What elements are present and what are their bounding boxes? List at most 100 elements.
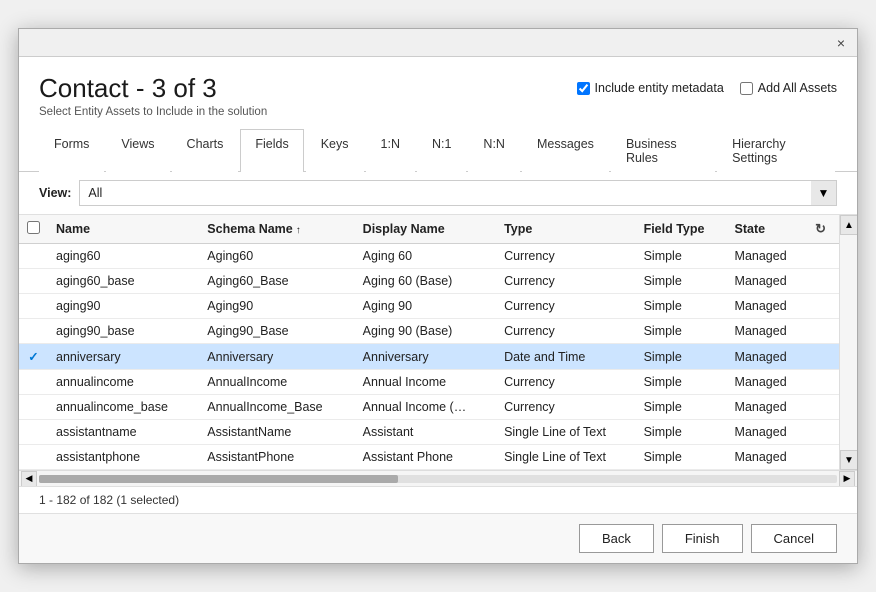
scroll-right-button[interactable]: ▶ <box>839 471 855 487</box>
scroll-down-button[interactable]: ▼ <box>840 450 857 470</box>
table-row[interactable]: aging60_baseAging60_BaseAging 60 (Base)C… <box>19 269 839 294</box>
col-check[interactable] <box>19 215 48 244</box>
status-bar: 1 - 182 of 182 (1 selected) <box>19 486 857 513</box>
cell-extra <box>807 244 839 269</box>
table-row[interactable]: aging90Aging90Aging 90CurrencySimpleMana… <box>19 294 839 319</box>
include-metadata-label[interactable]: Include entity metadata <box>577 81 724 95</box>
include-metadata-checkbox[interactable] <box>577 82 590 95</box>
table-row[interactable]: aging90_baseAging90_BaseAging 90 (Base)C… <box>19 319 839 344</box>
cell-display_name: Aging 90 <box>355 294 496 319</box>
cell-display_name: Assistant <box>355 420 496 445</box>
cell-type: Currency <box>496 370 636 395</box>
cell-field_type: Simple <box>636 269 727 294</box>
row-checkbox-cell[interactable] <box>19 370 48 395</box>
col-state[interactable]: State <box>727 215 808 244</box>
table-scroll-area[interactable]: NameSchema Name↑Display NameTypeField Ty… <box>19 215 839 470</box>
cell-extra <box>807 445 839 470</box>
dialog-footer: Back Finish Cancel <box>19 513 857 563</box>
refresh-icon[interactable]: ↻ <box>815 221 826 236</box>
cell-field_type: Simple <box>636 244 727 269</box>
refresh-header[interactable]: ↻ <box>807 215 839 244</box>
finish-button[interactable]: Finish <box>662 524 743 553</box>
cell-type: Currency <box>496 294 636 319</box>
cell-state: Managed <box>727 294 808 319</box>
cell-extra <box>807 319 839 344</box>
row-checkbox-cell[interactable] <box>19 269 48 294</box>
cell-extra <box>807 269 839 294</box>
table-row[interactable]: ✓anniversaryAnniversaryAnniversaryDate a… <box>19 344 839 370</box>
cell-schema_name: Aging90 <box>199 294 354 319</box>
row-checkbox-cell[interactable] <box>19 445 48 470</box>
horizontal-scrollbar[interactable]: ◀ ▶ <box>19 470 857 486</box>
cell-state: Managed <box>727 344 808 370</box>
cell-state: Managed <box>727 420 808 445</box>
scroll-up-button[interactable]: ▲ <box>840 215 857 235</box>
cell-name: assistantname <box>48 420 199 445</box>
col-display_name[interactable]: Display Name <box>355 215 496 244</box>
tab-views[interactable]: Views <box>106 129 169 172</box>
row-checkbox-cell[interactable] <box>19 420 48 445</box>
cell-state: Managed <box>727 395 808 420</box>
tab-forms[interactable]: Forms <box>39 129 104 172</box>
cell-name: annualincome_base <box>48 395 199 420</box>
cell-display_name: Annual Income (… <box>355 395 496 420</box>
cell-type: Date and Time <box>496 344 636 370</box>
add-all-assets-label[interactable]: Add All Assets <box>740 81 837 95</box>
cell-schema_name: AssistantPhone <box>199 445 354 470</box>
table-row[interactable]: aging60Aging60Aging 60CurrencySimpleMana… <box>19 244 839 269</box>
tab-nn[interactable]: N:N <box>468 129 520 172</box>
row-checkbox-cell[interactable] <box>19 395 48 420</box>
cell-type: Currency <box>496 244 636 269</box>
cell-name: aging90_base <box>48 319 199 344</box>
cell-state: Managed <box>727 370 808 395</box>
cell-type: Single Line of Text <box>496 420 636 445</box>
cell-field_type: Simple <box>636 370 727 395</box>
tab-fields[interactable]: Fields <box>240 129 303 172</box>
select-all-checkbox[interactable] <box>27 221 40 234</box>
cell-extra <box>807 395 839 420</box>
table-row[interactable]: annualincomeAnnualIncomeAnnual IncomeCur… <box>19 370 839 395</box>
back-button[interactable]: Back <box>579 524 654 553</box>
row-checkbox-cell[interactable] <box>19 319 48 344</box>
close-button[interactable]: × <box>831 33 851 53</box>
scroll-left-button[interactable]: ◀ <box>21 471 37 487</box>
col-type[interactable]: Type <box>496 215 636 244</box>
tab-n1[interactable]: N:1 <box>417 129 466 172</box>
add-all-assets-checkbox[interactable] <box>740 82 753 95</box>
tab-charts[interactable]: Charts <box>172 129 239 172</box>
cell-type: Currency <box>496 395 636 420</box>
view-bar: View: All ▼ <box>19 172 857 215</box>
cell-display_name: Annual Income <box>355 370 496 395</box>
table-row[interactable]: assistantphoneAssistantPhoneAssistant Ph… <box>19 445 839 470</box>
checkmark-icon: ✓ <box>28 350 38 364</box>
cell-field_type: Simple <box>636 420 727 445</box>
cell-schema_name: Aging90_Base <box>199 319 354 344</box>
tab-1n[interactable]: 1:N <box>366 129 415 172</box>
tab-keys[interactable]: Keys <box>306 129 364 172</box>
cancel-button[interactable]: Cancel <box>751 524 837 553</box>
view-select[interactable]: All <box>79 180 837 206</box>
tab-businessrules[interactable]: Business Rules <box>611 129 715 172</box>
cell-extra <box>807 370 839 395</box>
cell-type: Currency <box>496 319 636 344</box>
row-checkbox-cell[interactable]: ✓ <box>19 344 48 370</box>
table-row[interactable]: assistantnameAssistantNameAssistantSingl… <box>19 420 839 445</box>
tab-hierarchysettings[interactable]: Hierarchy Settings <box>717 129 835 172</box>
cell-schema_name: AnnualIncome <box>199 370 354 395</box>
row-checkbox-cell[interactable] <box>19 294 48 319</box>
row-checkbox-cell[interactable] <box>19 244 48 269</box>
cell-name: annualincome <box>48 370 199 395</box>
table-row[interactable]: annualincome_baseAnnualIncome_BaseAnnual… <box>19 395 839 420</box>
cell-field_type: Simple <box>636 319 727 344</box>
tab-messages[interactable]: Messages <box>522 129 609 172</box>
cell-display_name: Aging 60 <box>355 244 496 269</box>
cell-schema_name: AssistantName <box>199 420 354 445</box>
cell-state: Managed <box>727 244 808 269</box>
col-field_type[interactable]: Field Type <box>636 215 727 244</box>
scrollbar-thumb[interactable] <box>39 475 398 483</box>
col-name[interactable]: Name <box>48 215 199 244</box>
cell-field_type: Simple <box>636 294 727 319</box>
cell-state: Managed <box>727 319 808 344</box>
cell-type: Single Line of Text <box>496 445 636 470</box>
col-schema_name[interactable]: Schema Name↑ <box>199 215 354 244</box>
